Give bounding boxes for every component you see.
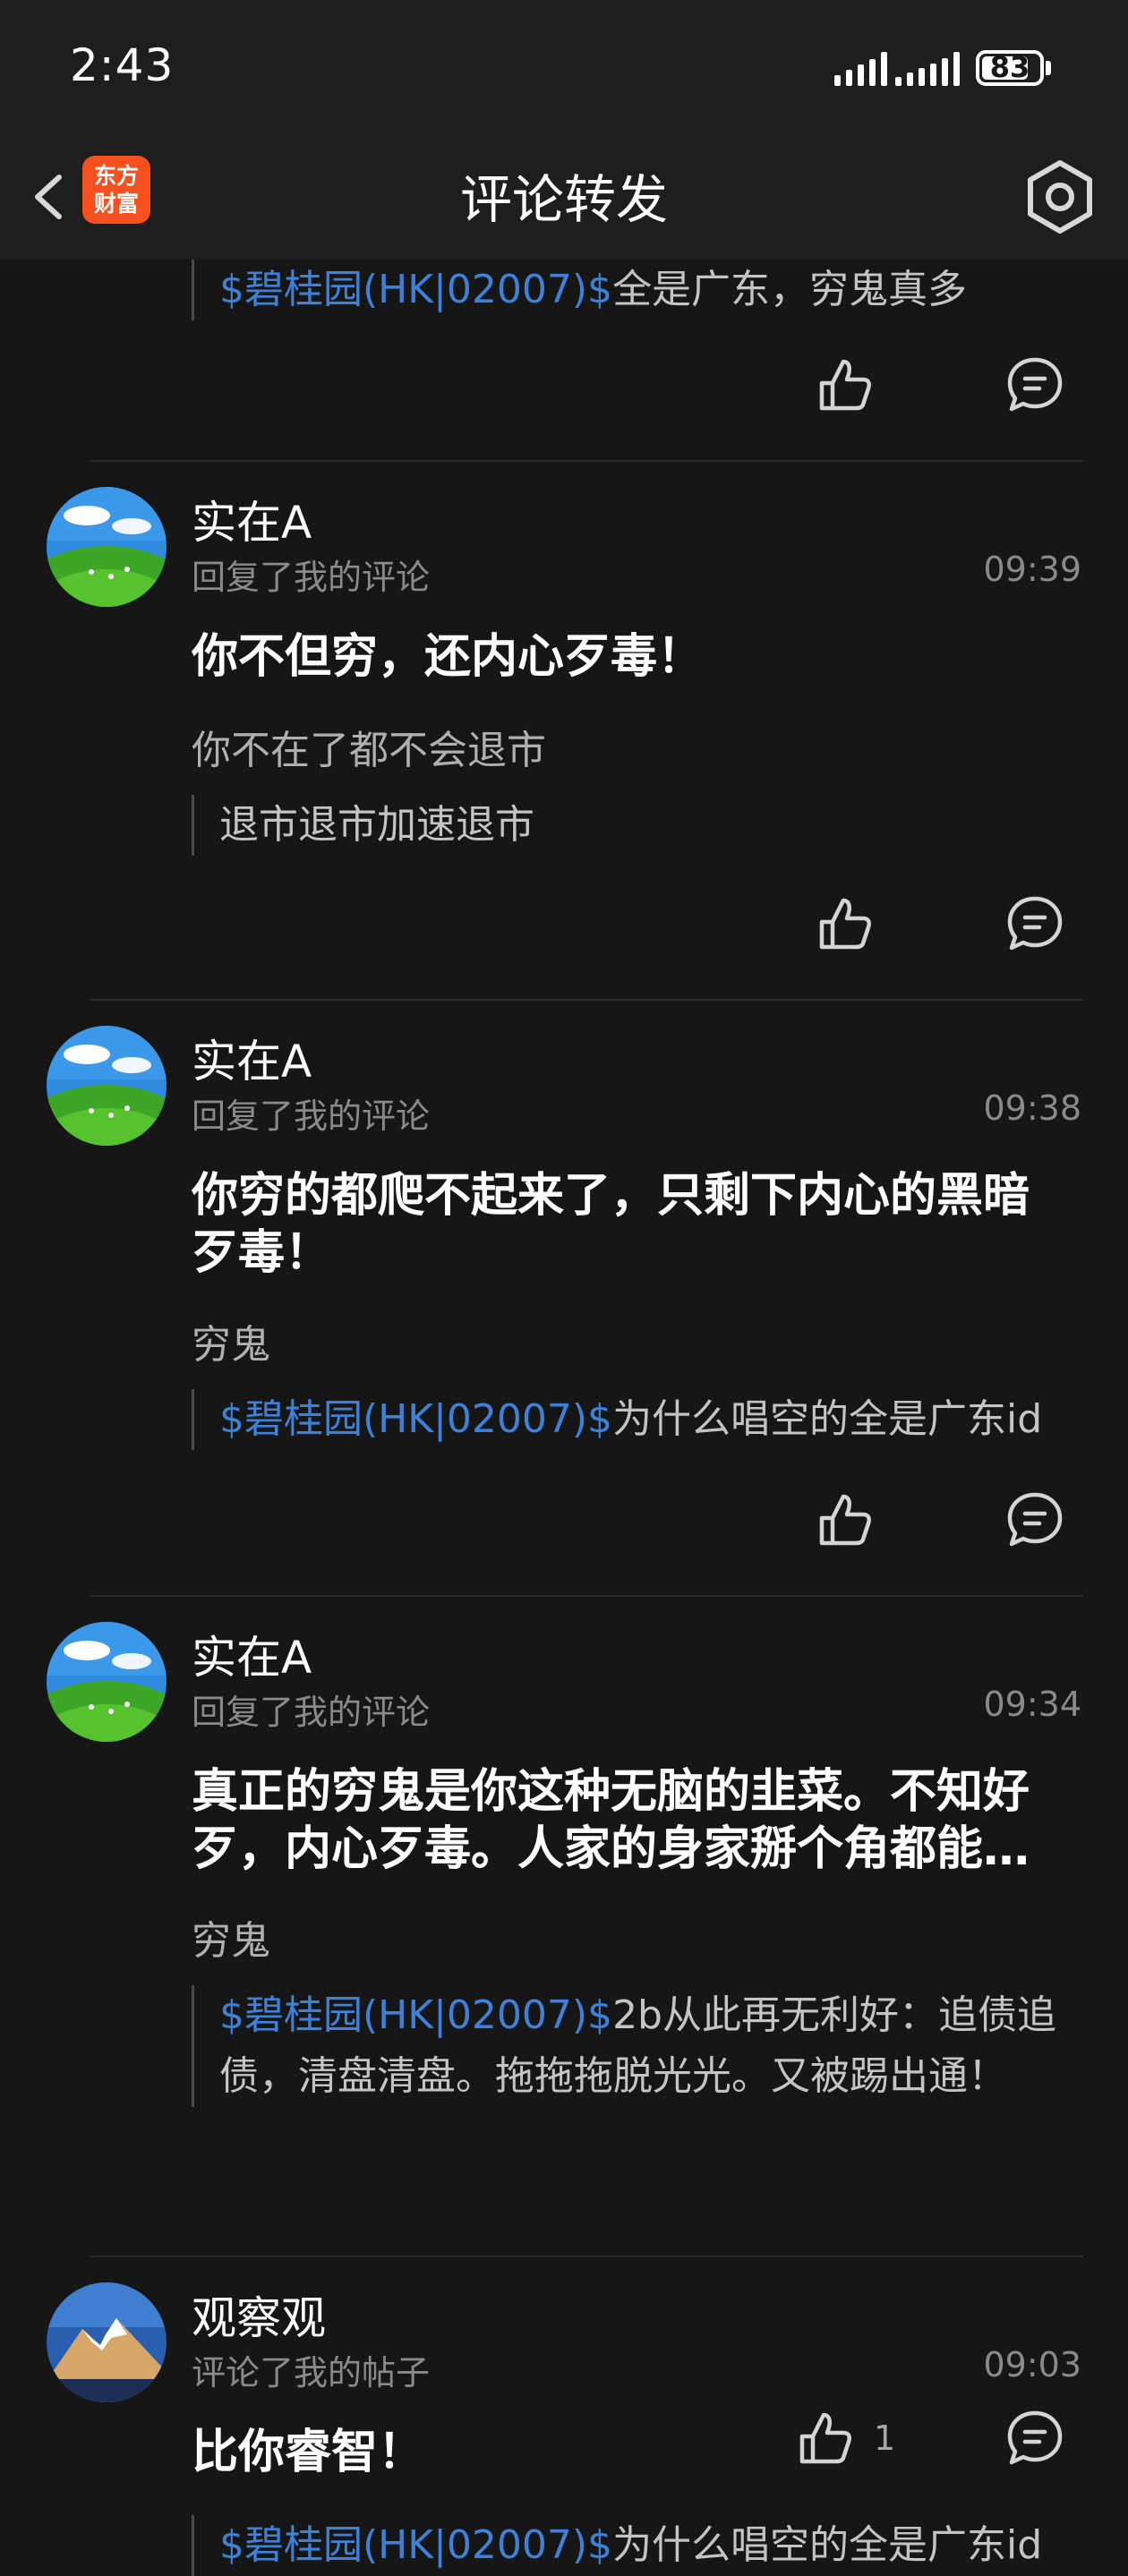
quote-text: 退市退市加速退市 <box>219 802 534 848</box>
timestamp: 09:39 <box>983 550 1081 589</box>
divider <box>90 999 1083 1001</box>
cellular-signal-icon <box>895 50 960 86</box>
username[interactable]: 实在A <box>192 1622 312 1686</box>
stock-link[interactable]: $碧桂园(HK|02007)$ <box>219 267 612 312</box>
comment-bubble-icon <box>1007 896 1063 951</box>
my-comment: 你不在了都不会退市 <box>192 728 546 773</box>
avatar[interactable] <box>47 1622 167 1742</box>
username[interactable]: 实在A <box>192 487 312 551</box>
quoted-comment[interactable]: $碧桂园(HK|02007)$全是广东，穷鬼真多 <box>192 260 1087 320</box>
comment-bubble-icon <box>1007 1492 1063 1547</box>
action-text: 回复了我的评论 <box>192 558 431 597</box>
avatar[interactable] <box>47 2282 167 2402</box>
wifi-signal-icon <box>834 50 887 86</box>
timestamp: 09:38 <box>983 1088 1081 1128</box>
my-comment: 穷鬼 <box>192 1322 270 1368</box>
gear-icon <box>1028 160 1092 234</box>
avatar-mountain-image <box>47 2282 167 2402</box>
timestamp: 09:03 <box>983 2345 1081 2384</box>
divider <box>90 460 1083 462</box>
like-button[interactable] <box>813 891 877 956</box>
username[interactable]: 实在A <box>192 1026 312 1090</box>
like-button[interactable] <box>813 1488 877 1552</box>
quote-text-line2: 债，清盘清盘。拖拖拖脱光光。又被踢出通！ <box>219 2053 1007 2099</box>
status-bar: 2:43 83 <box>0 0 1128 134</box>
username[interactable]: 观察观 <box>192 2282 326 2347</box>
quoted-comment[interactable]: $碧桂园(HK|02007)$为什么唱空的全是广东id <box>192 2515 1087 2576</box>
avatar-meadow-image <box>47 1622 167 1742</box>
divider <box>90 1595 1083 1597</box>
comment-button[interactable] <box>1003 1488 1067 1552</box>
app-header: 东方 财富 评论转发 <box>0 134 1128 260</box>
thumbs-up-icon <box>819 898 871 950</box>
quoted-comment[interactable]: $碧桂园(HK|02007)$2b从此再无利好：追债追 债，清盘清盘。拖拖拖脱光… <box>192 1985 1087 2107</box>
comment-bubble-icon <box>1007 357 1063 412</box>
settings-button[interactable] <box>1021 158 1099 236</box>
like-button[interactable] <box>813 353 877 417</box>
thumbs-up-icon <box>819 1494 871 1546</box>
reply-text-line1: 真正的穷鬼是你这种无脑的韭菜。不知好 <box>192 1765 1030 1819</box>
reply-text: 比你睿智！ <box>192 2426 425 2479</box>
action-text: 回复了我的评论 <box>192 1693 431 1732</box>
reply-text-line2: 歹，内心歹毒。人家的身家掰个角都能… <box>192 1822 1030 1876</box>
thumbs-up-icon <box>819 359 871 411</box>
avatar[interactable] <box>47 487 167 607</box>
timestamp: 09:34 <box>983 1685 1081 1724</box>
action-text: 回复了我的评论 <box>192 1096 431 1136</box>
comment-button[interactable] <box>1003 353 1067 417</box>
reply-text-line2: 歹毒！ <box>192 1226 332 1280</box>
status-time: 2:43 <box>70 39 175 91</box>
quoted-comment[interactable]: $碧桂园(HK|02007)$为什么唱空的全是广东id <box>192 1389 1087 1450</box>
avatar-meadow-image <box>47 487 167 607</box>
comment-button[interactable] <box>1003 891 1067 956</box>
avatar-meadow-image <box>47 1026 167 1146</box>
reply-text-line1: 你穷的都爬不起来了，只剩下内心的黑暗 <box>192 1169 1030 1223</box>
divider <box>90 2256 1083 2257</box>
action-text: 评论了我的帖子 <box>192 2353 431 2393</box>
avatar[interactable] <box>47 1026 167 1146</box>
quote-text-line1: 2b从此再无利好：追债追 <box>612 1992 1056 2038</box>
stock-link[interactable]: $碧桂园(HK|02007)$ <box>219 1396 612 1442</box>
battery-percent: 83 <box>989 50 1030 84</box>
battery-tip <box>1046 61 1051 75</box>
page-title: 评论转发 <box>459 169 668 230</box>
stock-link[interactable]: $碧桂园(HK|02007)$ <box>219 1992 612 2038</box>
quote-text: 全是广东，穷鬼真多 <box>612 267 968 312</box>
my-comment: 穷鬼 <box>192 1918 270 1964</box>
battery-icon: 83 <box>976 50 1044 86</box>
reply-text: 你不但穷，还内心歹毒！ <box>192 630 705 684</box>
quoted-comment[interactable]: 退市退市加速退市 <box>192 795 1087 856</box>
quote-text: 为什么唱空的全是广东id <box>612 1396 1043 1442</box>
